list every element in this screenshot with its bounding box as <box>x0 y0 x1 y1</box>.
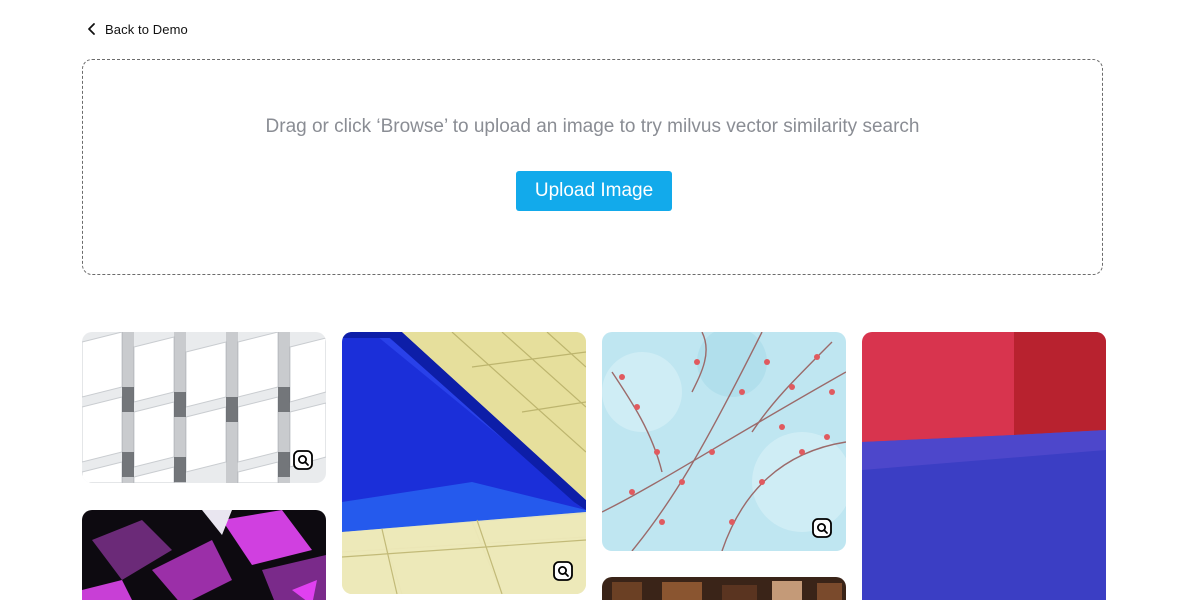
chevron-left-icon <box>88 23 95 35</box>
room-image <box>862 332 1106 600</box>
upload-dropzone[interactable]: Drag or click ‘Browse’ to upload an imag… <box>82 59 1103 275</box>
gallery-image-blossom-branches[interactable] <box>602 332 846 551</box>
gallery-image-purple-foil[interactable] <box>82 510 326 600</box>
page: Back to Demo Drag or click ‘Browse’ to u… <box>0 0 1188 600</box>
pool-image <box>342 332 586 594</box>
back-link-label: Back to Demo <box>105 21 188 37</box>
upload-hint: Drag or click ‘Browse’ to upload an imag… <box>265 116 920 137</box>
upload-image-button[interactable]: Upload Image <box>516 171 672 211</box>
back-to-demo-link[interactable]: Back to Demo <box>86 20 188 38</box>
gallery-image-white-facade[interactable] <box>82 332 326 483</box>
interior-image <box>602 577 846 600</box>
foil-image <box>82 510 326 600</box>
image-search-icon[interactable] <box>553 561 573 581</box>
blossom-image <box>602 332 846 551</box>
gallery-image-interior[interactable] <box>602 577 846 600</box>
gallery-image-red-blue-room[interactable] <box>862 332 1106 600</box>
facade-image <box>82 332 326 483</box>
image-search-icon[interactable] <box>293 450 313 470</box>
gallery-image-pool[interactable] <box>342 332 586 594</box>
image-search-icon[interactable] <box>812 518 832 538</box>
